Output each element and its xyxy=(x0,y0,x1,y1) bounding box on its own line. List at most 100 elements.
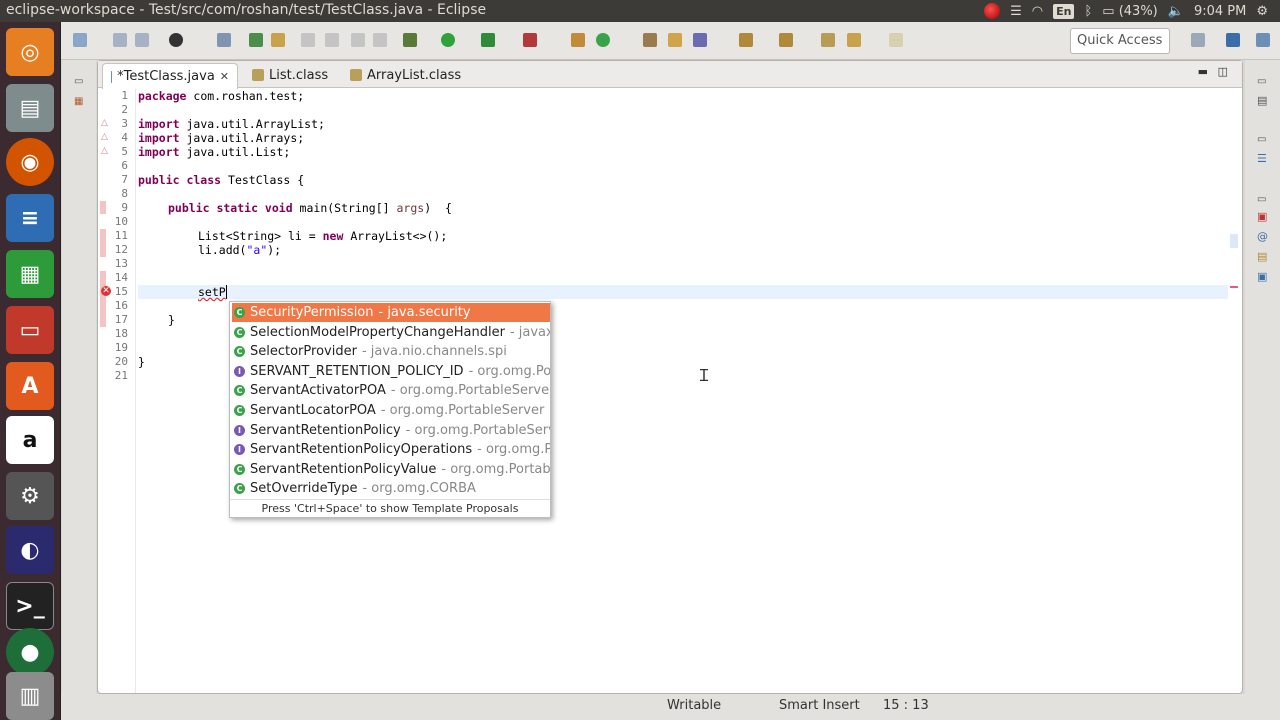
bluetooth-icon[interactable]: ᛒ xyxy=(1084,4,1092,19)
software-center-icon[interactable]: A xyxy=(6,362,54,410)
battery-indicator[interactable]: ▭ (43%) xyxy=(1102,4,1157,19)
forward-icon[interactable] xyxy=(889,33,903,47)
proposal-item[interactable]: C SetOverrideType - org.omg.CORBA xyxy=(232,479,550,498)
terminal-icon[interactable]: >_ xyxy=(6,582,54,630)
proposal-item[interactable]: I ServantRetentionPolicyOperations - org.… xyxy=(232,440,550,459)
task-list-icon[interactable]: ▤ xyxy=(1257,94,1267,107)
block-select-icon[interactable] xyxy=(325,33,339,47)
eclipse-icon[interactable]: ◐ xyxy=(6,526,54,574)
search-icon[interactable] xyxy=(693,33,707,47)
back-icon[interactable] xyxy=(847,33,861,47)
proposal-item[interactable]: I ServantRetentionPolicy - org.omg.Portab… xyxy=(232,421,550,440)
code-line[interactable]: package com.roshan.test; xyxy=(138,89,304,103)
java-perspective-icon[interactable] xyxy=(1226,33,1240,47)
code-line-current[interactable]: setP xyxy=(198,285,227,299)
wifi-icon[interactable]: ◠ xyxy=(1032,4,1043,19)
proposal-item[interactable]: I SERVANT_RETENTION_POLICY_ID - org.omg.P… xyxy=(232,362,550,381)
restore-icon[interactable]: ▭ xyxy=(74,76,83,87)
writable-status: Writable xyxy=(667,698,722,713)
impress-icon[interactable]: ▭ xyxy=(6,306,54,354)
proposal-item[interactable]: C ServantRetentionPolicyValue - org.omg.P… xyxy=(232,460,550,479)
code-line[interactable]: List<String> li = new ArrayList<>(); xyxy=(198,229,447,243)
open-perspective-icon[interactable] xyxy=(1191,33,1205,47)
prev-annotation-icon[interactable] xyxy=(779,33,793,47)
open-task-icon[interactable] xyxy=(668,33,682,47)
run-config-icon[interactable] xyxy=(169,33,183,47)
declaration-icon[interactable]: ▤ xyxy=(1257,250,1267,263)
restore-outline-icon[interactable]: ▭ xyxy=(1257,134,1266,145)
keyboard-lang[interactable]: En xyxy=(1053,3,1075,19)
console-icon[interactable]: ▣ xyxy=(1257,270,1267,283)
code-line[interactable]: } xyxy=(138,355,145,369)
code-line[interactable]: li.add("a"); xyxy=(198,243,281,257)
calc-icon[interactable]: ▦ xyxy=(6,250,54,298)
build-icon[interactable] xyxy=(249,33,263,47)
class-icon: C xyxy=(234,483,245,495)
restore-right-icon[interactable]: ▭ xyxy=(1257,76,1266,87)
debug-icon[interactable] xyxy=(403,33,417,47)
close-icon[interactable]: ✕ xyxy=(220,70,229,83)
last-edit-icon[interactable] xyxy=(821,33,835,47)
record-icon[interactable] xyxy=(984,3,1001,19)
writer-icon[interactable]: ≡ xyxy=(6,194,54,242)
system-settings-icon[interactable]: ⚙ xyxy=(6,472,54,520)
settings-icon[interactable]: ⚙ xyxy=(1256,4,1268,19)
proposal-item[interactable]: C ServantLocatorPOA - org.omg.PortableSer… xyxy=(232,401,550,420)
pilcrow-icon[interactable] xyxy=(373,33,387,47)
clock[interactable]: 9:04 PM xyxy=(1194,4,1246,19)
new-class-icon[interactable] xyxy=(596,33,610,47)
external-tools-icon[interactable] xyxy=(523,33,537,47)
proposal-item[interactable]: C SelectionModelPropertyChangeHandler - j… xyxy=(232,323,550,342)
proposal-item[interactable]: C ServantActivatorPOA - org.omg.PortableS… xyxy=(232,381,550,400)
toggle-mark-icon[interactable] xyxy=(301,33,315,47)
class-icon: C xyxy=(234,463,245,475)
tab-arraylist-class[interactable]: ArrayList.class xyxy=(342,63,469,87)
menu-icon[interactable]: ☰ xyxy=(1010,4,1022,19)
show-whitespace-icon[interactable] xyxy=(351,33,365,47)
edit-icon[interactable] xyxy=(271,33,285,47)
code-line[interactable]: } xyxy=(168,313,175,327)
volume-icon[interactable]: 🔈 xyxy=(1168,4,1184,19)
package-explorer-icon[interactable]: ▦ xyxy=(74,96,83,107)
overview-error-mark[interactable] xyxy=(1230,286,1238,288)
code-text: List<String> li = xyxy=(198,229,323,243)
skip-breakpoints-icon[interactable] xyxy=(217,33,231,47)
save-all-icon[interactable] xyxy=(135,33,149,47)
run-icon[interactable] xyxy=(441,33,455,47)
problems-icon[interactable]: ▣ xyxy=(1257,210,1267,223)
line-number: 11 xyxy=(114,229,128,242)
restore-bottom-icon[interactable]: ▭ xyxy=(1257,194,1266,205)
proposal-name: ServantRetentionPolicyOperations xyxy=(250,442,473,458)
maximize-icon[interactable]: ◫ xyxy=(1218,65,1228,78)
code-text: ); xyxy=(267,243,282,257)
save-icon[interactable] xyxy=(113,33,127,47)
template-hint: Press 'Ctrl+Space' to show Template Prop… xyxy=(230,499,550,517)
code-line[interactable]: public class TestClass { xyxy=(138,173,304,187)
code-line[interactable]: import java.util.Arrays; xyxy=(138,131,304,145)
javadoc-icon[interactable]: @ xyxy=(1257,230,1268,243)
minimize-icon[interactable]: ▬ xyxy=(1198,65,1208,78)
proposal-item[interactable]: C SecurityPermission - java.security xyxy=(232,303,550,322)
coverage-icon[interactable] xyxy=(481,33,495,47)
trash-icon[interactable]: ▥ xyxy=(6,672,54,720)
code-line[interactable]: import java.util.ArrayList; xyxy=(138,117,325,131)
next-annotation-icon[interactable] xyxy=(739,33,753,47)
firefox-icon[interactable]: ◉ xyxy=(6,138,54,186)
new-icon[interactable] xyxy=(73,33,87,47)
browser-icon[interactable]: ● xyxy=(6,628,54,676)
code-line[interactable]: import java.util.List; xyxy=(138,145,290,159)
debug-perspective-icon[interactable] xyxy=(1256,33,1270,47)
code-line[interactable]: public static void main(String[] args) { xyxy=(168,201,452,215)
quick-access-input[interactable]: Quick Access xyxy=(1070,28,1170,54)
ubuntu-dash-icon[interactable]: ◎ xyxy=(6,28,54,76)
proposal-item[interactable]: C SelectorProvider - java.nio.channels.sp… xyxy=(232,342,550,361)
tab-list-class[interactable]: List.class xyxy=(244,63,336,87)
amazon-icon[interactable]: a xyxy=(6,416,54,464)
tab-testclass[interactable]: *TestClass.java ✕ xyxy=(102,63,238,89)
file-manager-icon[interactable]: ▤ xyxy=(6,84,54,132)
new-package-icon[interactable] xyxy=(571,33,585,47)
interface-icon: I xyxy=(234,365,245,377)
open-type-icon[interactable] xyxy=(643,33,657,47)
outline-icon[interactable]: ☰ xyxy=(1257,152,1267,165)
line-number: 12 xyxy=(114,243,128,256)
